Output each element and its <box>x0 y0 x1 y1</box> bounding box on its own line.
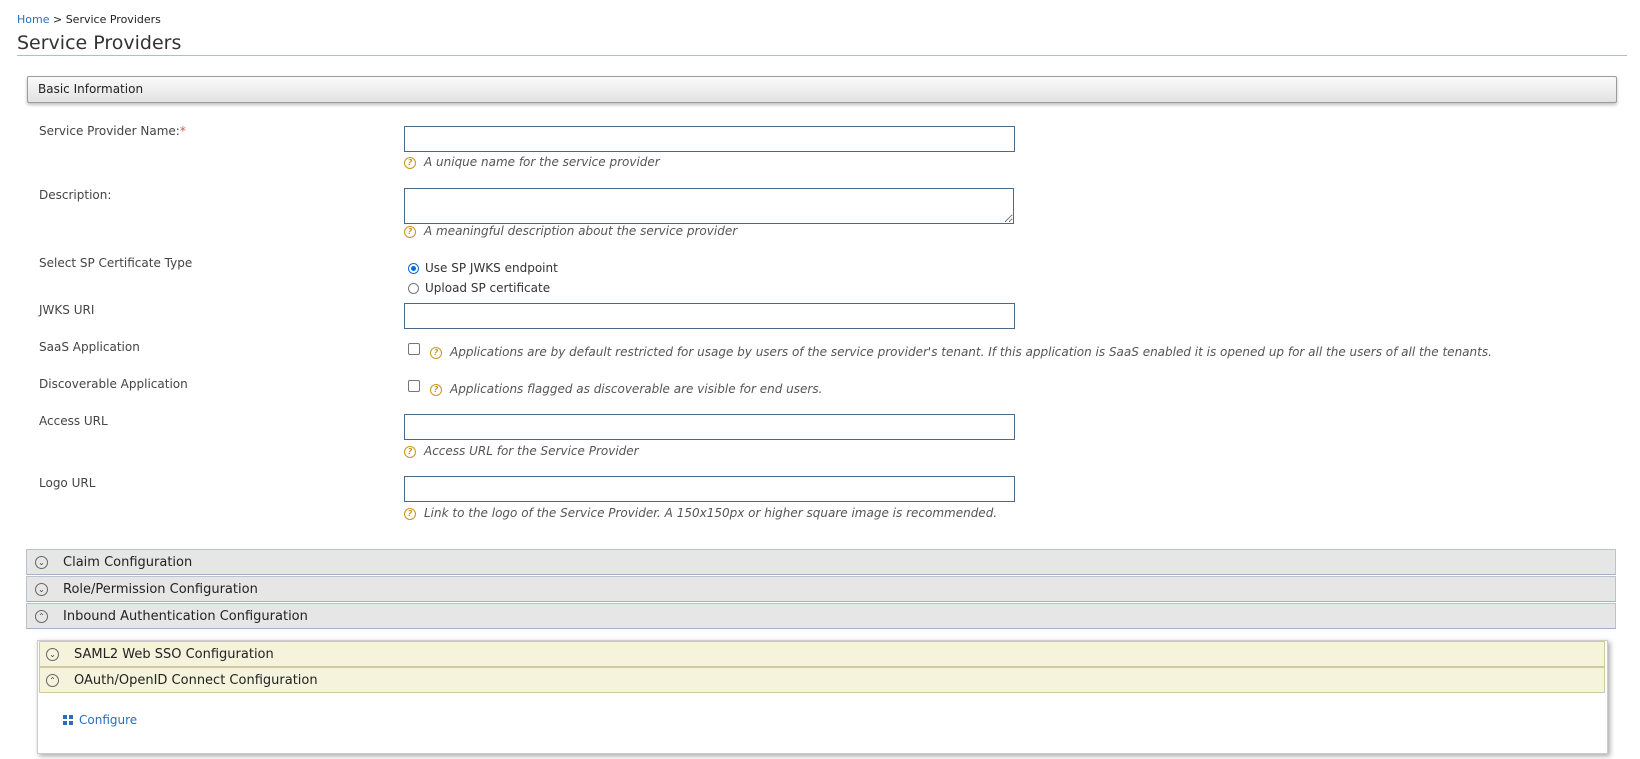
jwks-uri-label: JWKS URI <box>39 303 95 317</box>
logo-url-input[interactable] <box>404 476 1015 502</box>
required-marker: * <box>179 124 186 138</box>
chevron-up-circle-icon: ⌃ <box>35 610 48 623</box>
breadcrumb-separator: > <box>52 13 63 26</box>
basic-information-header: Basic Information <box>27 76 1617 103</box>
chevron-down-circle-icon: ⌄ <box>35 583 48 596</box>
sp-name-input[interactable] <box>404 126 1015 152</box>
description-hint: ? A meaningful description about the serv… <box>404 224 737 238</box>
chevron-down-circle-icon: ⌄ <box>46 648 59 661</box>
saas-label: SaaS Application <box>39 340 140 354</box>
radio-selected[interactable] <box>408 262 419 274</box>
access-url-input[interactable] <box>404 414 1015 440</box>
accordion-claim-configuration[interactable]: ⌄ Claim Configuration <box>26 549 1616 575</box>
help-icon: ? <box>404 445 416 458</box>
access-url-hint: ? Access URL for the Service Provider <box>404 444 639 458</box>
accordion-saml2-web-sso[interactable]: ⌄ SAML2 Web SSO Configuration <box>39 641 1605 667</box>
accordion-oauth-openid-connect[interactable]: ⌃ OAuth/OpenID Connect Configuration <box>39 667 1605 693</box>
description-label: Description: <box>39 188 112 202</box>
chevron-up-circle-icon: ⌃ <box>46 674 59 687</box>
chevron-down-circle-icon: ⌄ <box>35 556 48 569</box>
sp-name-hint: ? A unique name for the service provider <box>404 155 660 169</box>
page-title: Service Providers <box>17 32 182 54</box>
discoverable-label: Discoverable Application <box>39 377 188 391</box>
configure-link[interactable]: Configure <box>63 713 137 727</box>
discoverable-hint: ? Applications flagged as discoverable ar… <box>430 382 822 396</box>
access-url-label: Access URL <box>39 414 108 428</box>
accordion-role-permission-configuration[interactable]: ⌄ Role/Permission Configuration <box>26 576 1616 602</box>
help-icon: ? <box>404 507 416 520</box>
sp-name-label: Service Provider Name:* <box>39 124 186 138</box>
saas-checkbox[interactable] <box>408 343 420 355</box>
radio-unselected[interactable] <box>408 282 419 294</box>
breadcrumb: Home > Service Providers <box>17 13 161 26</box>
saas-hint: ? Applications are by default restricted … <box>430 345 1492 359</box>
help-icon: ? <box>404 225 416 238</box>
radio-upload-certificate[interactable]: Upload SP certificate <box>408 281 550 295</box>
help-icon: ? <box>430 383 442 396</box>
jwks-uri-input[interactable] <box>404 303 1015 329</box>
basic-information-title: Basic Information <box>38 82 144 96</box>
title-divider <box>17 55 1627 56</box>
cert-type-label: Select SP Certificate Type <box>39 256 193 270</box>
discoverable-checkbox[interactable] <box>408 380 420 392</box>
accordion-inbound-authentication[interactable]: ⌃ Inbound Authentication Configuration <box>26 603 1616 629</box>
description-textarea[interactable] <box>404 188 1014 224</box>
breadcrumb-current: Service Providers <box>65 13 161 26</box>
radio-jwks-endpoint[interactable]: Use SP JWKS endpoint <box>408 261 558 275</box>
help-icon: ? <box>430 346 442 359</box>
logo-url-hint: ? Link to the logo of the Service Provide… <box>404 506 997 520</box>
grid-icon <box>63 715 73 725</box>
logo-url-label: Logo URL <box>39 476 96 490</box>
breadcrumb-home-link[interactable]: Home <box>17 13 49 26</box>
help-icon: ? <box>404 156 416 169</box>
